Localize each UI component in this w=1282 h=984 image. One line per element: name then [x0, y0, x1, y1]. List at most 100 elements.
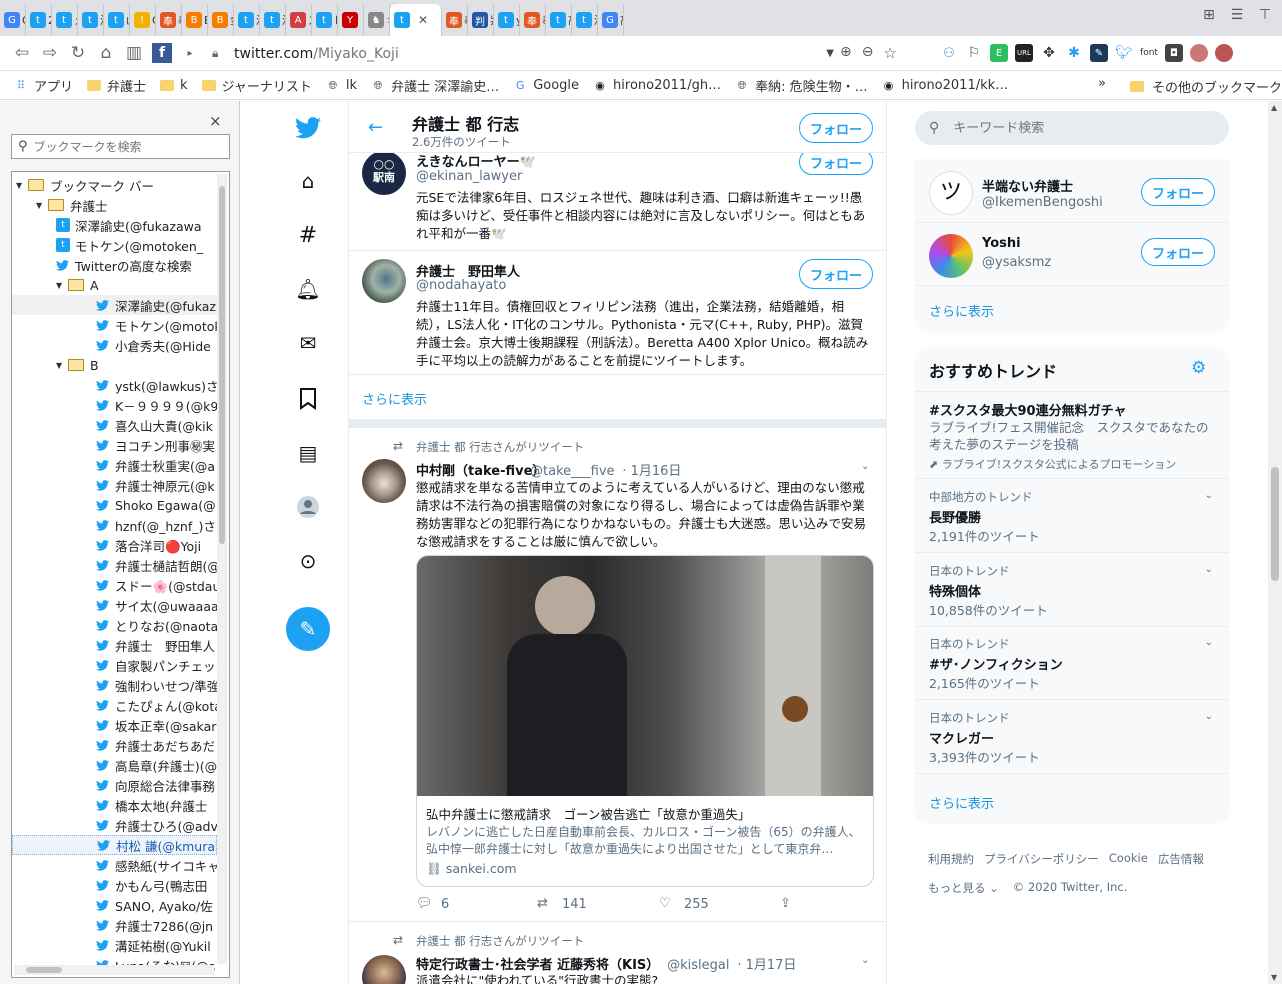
trend-item[interactable]: 日本のトレンド ⌄ マクレガー 3,393件のツイート — [915, 701, 1229, 774]
footer-link[interactable]: プライバシーポリシー — [984, 851, 1099, 867]
bookmark-entry[interactable]: Shoko Egawa(@ — [12, 495, 217, 515]
new-tab-icon[interactable]: ⊞ — [1198, 4, 1220, 26]
bookmark-entry[interactable]: 小倉秀夫(@Hide — [12, 335, 217, 355]
footer-more[interactable]: もっと見る ⌄ — [928, 880, 999, 896]
avatar[interactable] — [362, 259, 406, 303]
bookmark-entry[interactable]: 弁護士秋重実(@a — [12, 455, 217, 475]
expand-arrow-icon[interactable]: ▼ — [36, 201, 46, 210]
tweet-date[interactable]: · 1月17日 — [737, 958, 796, 973]
toolbar-overflow-icon[interactable]: ▸ — [176, 39, 204, 67]
chevron-down-icon[interactable]: ⌄ — [1205, 490, 1213, 501]
bookmark-entry[interactable]: 坂本正幸(@sakar — [12, 715, 217, 735]
move-icon[interactable]: ✥ — [1040, 44, 1058, 62]
user-cell[interactable]: 弁護士 野田隼人 @nodahayato 弁護士11年目。債権回収とフィリピン法… — [349, 251, 886, 375]
bookmark-entry[interactable]: 弁護士樋詰哲朗(@ — [12, 555, 217, 575]
browser-tab[interactable]: Y「1 — [338, 4, 364, 36]
bookmark-entry[interactable]: SANO, Ayako/佐 — [12, 895, 217, 915]
tweet-author-handle[interactable]: @kislegal — [667, 958, 729, 973]
bookmark-entry[interactable]: hznf(@_hznf_)さん — [12, 515, 217, 535]
bookmark-entry[interactable]: t 深澤諭史(@fukazawa — [12, 215, 217, 235]
follow-button[interactable]: フォロー — [1141, 238, 1215, 266]
chevron-down-icon[interactable]: ⌄ — [1205, 564, 1213, 575]
address-bar[interactable]: 🔒︎ twitter.com/Miyako_Koji ▼ — [212, 40, 840, 67]
more-icon[interactable]: ⊙ — [295, 548, 321, 574]
bookmark-folder[interactable]: ▼ ブックマーク バー — [12, 175, 217, 195]
bookmark-entry[interactable]: 自家製パンチェッタ — [12, 655, 217, 675]
suggestion-row[interactable]: ツ 半端ない弁護士 @IkemenBengoshi フォロー — [915, 163, 1229, 223]
back-arrow-icon[interactable]: ← — [368, 117, 383, 138]
zoom-in-icon[interactable]: ⊕ — [840, 44, 852, 62]
zoom-out-icon[interactable]: ⊖ — [862, 44, 874, 62]
bookmark-entry[interactable]: サイ太(@uwaaaa) — [12, 595, 217, 615]
bookmark-item[interactable]: ジャーナリスト — [201, 76, 312, 95]
bookmarks-icon[interactable] — [295, 386, 321, 412]
forward-icon[interactable]: ⇨ — [36, 39, 64, 67]
tweet-author-handle[interactable]: @take___five — [530, 464, 615, 479]
browser-tab[interactable]: t深 — [572, 4, 598, 36]
camera-icon[interactable]: ◘ — [1165, 44, 1183, 62]
browser-tab[interactable]: t28 — [26, 4, 52, 36]
bookmark-entry[interactable]: 高島章(弁護士)(@ — [12, 755, 217, 775]
browser-tab[interactable]: 奉奉 — [442, 4, 468, 36]
profile-avatar-icon[interactable] — [1190, 44, 1208, 62]
browser-tab[interactable]: Aス — [286, 4, 312, 36]
browser-tab[interactable]: t深 — [78, 4, 104, 36]
bookmark-item[interactable]: 🌐︎ 奉納: 危険生物・… — [735, 76, 868, 96]
suggestion-name[interactable]: 半端ない弁護士 — [982, 176, 1073, 195]
sidebar-scrollbar[interactable] — [217, 174, 227, 964]
avatar[interactable]: ○○ 駅南 — [362, 151, 406, 195]
retweet-note[interactable]: 弁護士 都 行志さんがリツイート — [416, 933, 584, 949]
sidebar-h-scroll-thumb[interactable] — [26, 967, 62, 973]
browser-tab[interactable]: G高 — [598, 4, 624, 36]
editor-icon[interactable]: ✎ — [1090, 44, 1108, 62]
bookmark-folder[interactable]: ▼ B — [12, 355, 217, 375]
suggestion-row[interactable]: Yoshi @ysaksmz フォロー — [915, 224, 1229, 286]
chevron-down-icon[interactable]: ⌄ — [1205, 637, 1213, 648]
facebook-icon[interactable]: f — [148, 39, 176, 67]
bookmark-entry[interactable]: 弁護士7286(@jn — [12, 915, 217, 935]
like-icon[interactable]: ♡ — [659, 896, 671, 911]
trend-item[interactable]: 日本のトレンド ⌄ 特殊個体 10,858件のツイート — [915, 554, 1229, 627]
tweet-author-name[interactable]: 中村剛（take-five） — [416, 460, 545, 479]
chevron-down-icon[interactable]: ⌄ — [861, 461, 869, 472]
bookmark-item[interactable]: 🌐︎ lk — [326, 78, 358, 93]
retweet-note[interactable]: 弁護士 都 行志さんがリツイート — [416, 439, 584, 455]
browser-tab[interactable]: !Go — [130, 4, 156, 36]
page-scrollbar[interactable]: ▲ ▼ — [1268, 101, 1282, 984]
chevron-down-icon[interactable]: ▼ — [826, 48, 834, 59]
bookmark-item[interactable]: 🌐︎ 弁護士 深澤諭史… — [371, 76, 500, 96]
bookmark-entry[interactable]: スドー🌸(@stdau — [12, 575, 217, 595]
twitter-search-input[interactable] — [953, 120, 1194, 136]
url-icon[interactable]: URL — [1015, 44, 1033, 62]
expand-arrow-icon[interactable]: ▼ — [56, 361, 66, 370]
bookmark-folder[interactable]: ▼ A — [12, 275, 217, 295]
bookmark-item[interactable]: G Google — [513, 78, 579, 93]
show-more-link[interactable]: さらに表示 — [929, 793, 994, 812]
close-tab-icon[interactable]: ✕ — [418, 13, 428, 27]
bookmark-search-input[interactable] — [33, 139, 214, 154]
twitter-logo-icon[interactable] — [295, 115, 321, 141]
tweet[interactable]: ⇄ 弁護士 都 行志さんがリツイート 特定行政書士･社会学者 近藤秀将（KIS）… — [349, 922, 886, 984]
bookmark-search-field[interactable]: ⚲ — [11, 134, 230, 159]
bookmark-entry[interactable]: 深澤諭史(@fukaz — [12, 295, 217, 315]
bookmark-icon[interactable]: ⚐ — [965, 44, 983, 62]
scroll-up-icon[interactable]: ▲ — [1271, 103, 1277, 112]
other-bookmarks[interactable]: その他のブックマーク — [1130, 77, 1282, 96]
tweet-date[interactable]: · 1月16日 — [622, 464, 681, 479]
avatar[interactable]: ツ — [929, 171, 973, 215]
link-card[interactable]: 弘中弁護士に懲戒請求 ゴーン被告逃亡「故意か重過失」 レバノンに逃亡した日産自動… — [416, 555, 874, 887]
suggestion-handle[interactable]: @IkemenBengoshi — [982, 195, 1103, 210]
bookmark-folder[interactable]: ▼ 弁護士 — [12, 195, 217, 215]
bookmark-item[interactable]: ◉ hirono2011/kk… — [882, 78, 1008, 93]
bookmark-entry[interactable]: 弁護士ひろ(@adv — [12, 815, 217, 835]
twitter-ext-icon[interactable]: 🐦︎ — [1115, 44, 1133, 62]
tweet[interactable]: ⇄ 弁護士 都 行志さんがリツイート 中村剛（take-five） @take_… — [349, 428, 886, 922]
bookmark-entry[interactable]: 村松 謙(@kmurar — [12, 835, 217, 855]
bookmark-entry[interactable]: t モトケン(@motoken_ — [12, 235, 217, 255]
bookmark-entry[interactable]: 向原総合法律事務 — [12, 775, 217, 795]
profile-avatar-2-icon[interactable] — [1215, 44, 1233, 62]
browser-tab[interactable]: B金 — [208, 4, 234, 36]
bookmark-item[interactable]: k — [160, 78, 188, 93]
chevron-down-icon[interactable]: ⌄ — [1205, 711, 1213, 722]
bookmark-item[interactable]: 弁護士 — [87, 76, 146, 95]
